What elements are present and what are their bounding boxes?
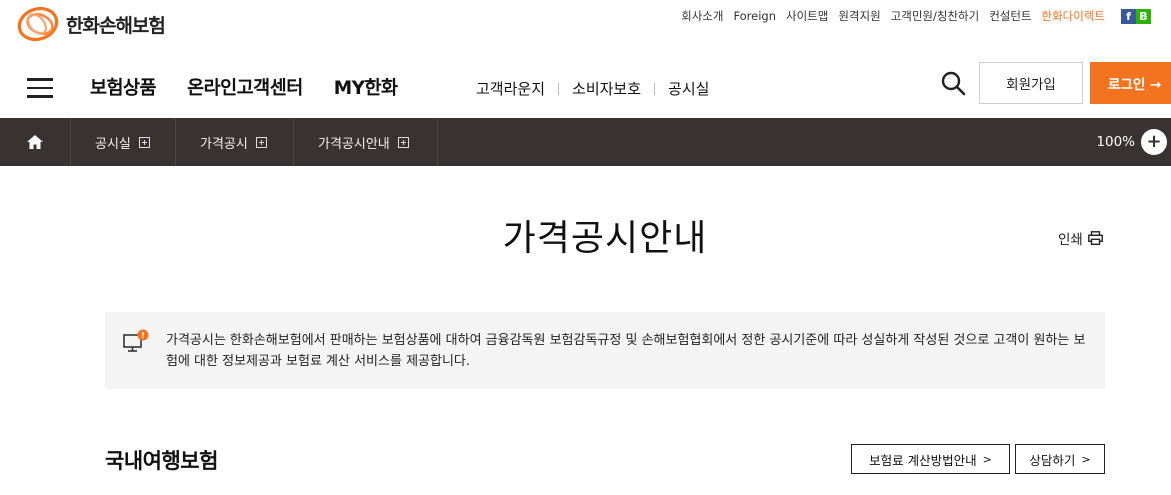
- calc-method-label: 보험료 계산방법안내: [869, 452, 977, 468]
- login-button[interactable]: 로그인 →: [1090, 62, 1171, 104]
- section-title: 국내여행보험: [105, 449, 218, 473]
- notice-text: 가격공시는 한화손해보험에서 판매하는 보험상품에 대하여 금융감독원 보험감독…: [166, 333, 1086, 369]
- menu-insurance-products[interactable]: 보험상품: [90, 74, 157, 100]
- monitor-notice-icon: !: [123, 329, 149, 352]
- blog-icon[interactable]: B: [1136, 8, 1151, 24]
- menu-divider: [558, 82, 560, 95]
- breadcrumb-item-disclosure[interactable]: 공시실: [71, 118, 176, 166]
- notice-box: ! 가격공시는 한화손해보험에서 판매하는 보험상품에 대하여 금융감독원 보험…: [105, 312, 1105, 389]
- home-button[interactable]: [0, 118, 71, 166]
- menu-customer-lounge[interactable]: 고객라운지: [476, 78, 545, 99]
- breadcrumb-label: 가격공시안내: [318, 136, 390, 152]
- main-navigation: 보험상품 온라인고객센터 MY한화 고객라운지 소비자보호 공시실 회원가입 로…: [0, 58, 1171, 118]
- join-button[interactable]: 회원가입: [979, 62, 1083, 104]
- chevron-right-icon: >: [1081, 452, 1091, 466]
- menu-disclosure-room[interactable]: 공시실: [668, 78, 709, 99]
- menu-divider: [654, 82, 656, 95]
- util-link-sitemap[interactable]: 사이트맵: [786, 8, 828, 24]
- hanwha-logo-icon: [17, 6, 59, 42]
- utility-links: 회사소개 Foreign 사이트맵 원격지원 고객민원/칭찬하기 컨설턴트 한화…: [671, 8, 1151, 24]
- notice-badge: !: [141, 331, 145, 340]
- consult-label: 상담하기: [1029, 452, 1076, 468]
- util-link-consultant[interactable]: 컨설턴트: [989, 8, 1031, 24]
- breadcrumb-item-price[interactable]: 가격공시: [176, 118, 294, 166]
- home-icon: [27, 135, 43, 149]
- print-button[interactable]: 인쇄: [1058, 228, 1103, 248]
- util-link-remote-support[interactable]: 원격지원: [838, 8, 880, 24]
- printer-icon: [1087, 231, 1103, 245]
- page-title: 가격공시안내: [502, 218, 708, 259]
- menu-consumer-protection[interactable]: 소비자보호: [572, 78, 641, 99]
- expand-plus-icon[interactable]: [397, 136, 409, 148]
- logo[interactable]: 한화손해보험: [14, 3, 166, 45]
- menu-online-customer-center[interactable]: 온라인고객센터: [187, 74, 303, 100]
- zoom-level: 100%: [1096, 134, 1135, 150]
- breadcrumb-label: 공시실: [95, 136, 131, 152]
- expand-plus-icon[interactable]: [255, 136, 267, 148]
- util-link-direct[interactable]: 한화다이렉트: [1042, 8, 1105, 24]
- menu-my-hanwha[interactable]: MY한화: [334, 74, 398, 100]
- util-link-foreign[interactable]: Foreign: [733, 9, 776, 23]
- print-label: 인쇄: [1058, 232, 1083, 248]
- search-icon[interactable]: [940, 70, 966, 96]
- facebook-icon[interactable]: f: [1121, 8, 1136, 24]
- logo-text: 한화손해보험: [66, 14, 166, 37]
- zoom-in-icon[interactable]: +: [1141, 129, 1167, 155]
- util-link-company[interactable]: 회사소개: [681, 8, 723, 24]
- breadcrumb: 공시실 가격공시 가격공시안내 100% +: [0, 118, 1171, 166]
- main-menu: 보험상품 온라인고객센터 MY한화: [90, 74, 429, 100]
- breadcrumb-label: 가격공시: [200, 136, 248, 152]
- hamburger-menu-icon[interactable]: [27, 78, 53, 98]
- calc-method-button[interactable]: 보험료 계산방법안내 >: [851, 444, 1010, 474]
- sub-menu: 고객라운지 소비자보호 공시실: [476, 78, 709, 99]
- util-link-complaints[interactable]: 고객민원/칭찬하기: [891, 8, 980, 24]
- breadcrumb-item-price-guide[interactable]: 가격공시안내: [294, 118, 438, 166]
- chevron-right-icon: >: [982, 452, 992, 466]
- zoom-control: 100% +: [1096, 118, 1171, 166]
- sns-links: f B: [1121, 8, 1151, 24]
- expand-plus-icon[interactable]: [138, 136, 150, 148]
- utility-bar: 한화손해보험 회사소개 Foreign 사이트맵 원격지원 고객민원/칭찬하기 …: [0, 0, 1171, 42]
- consult-button[interactable]: 상담하기 >: [1015, 444, 1105, 474]
